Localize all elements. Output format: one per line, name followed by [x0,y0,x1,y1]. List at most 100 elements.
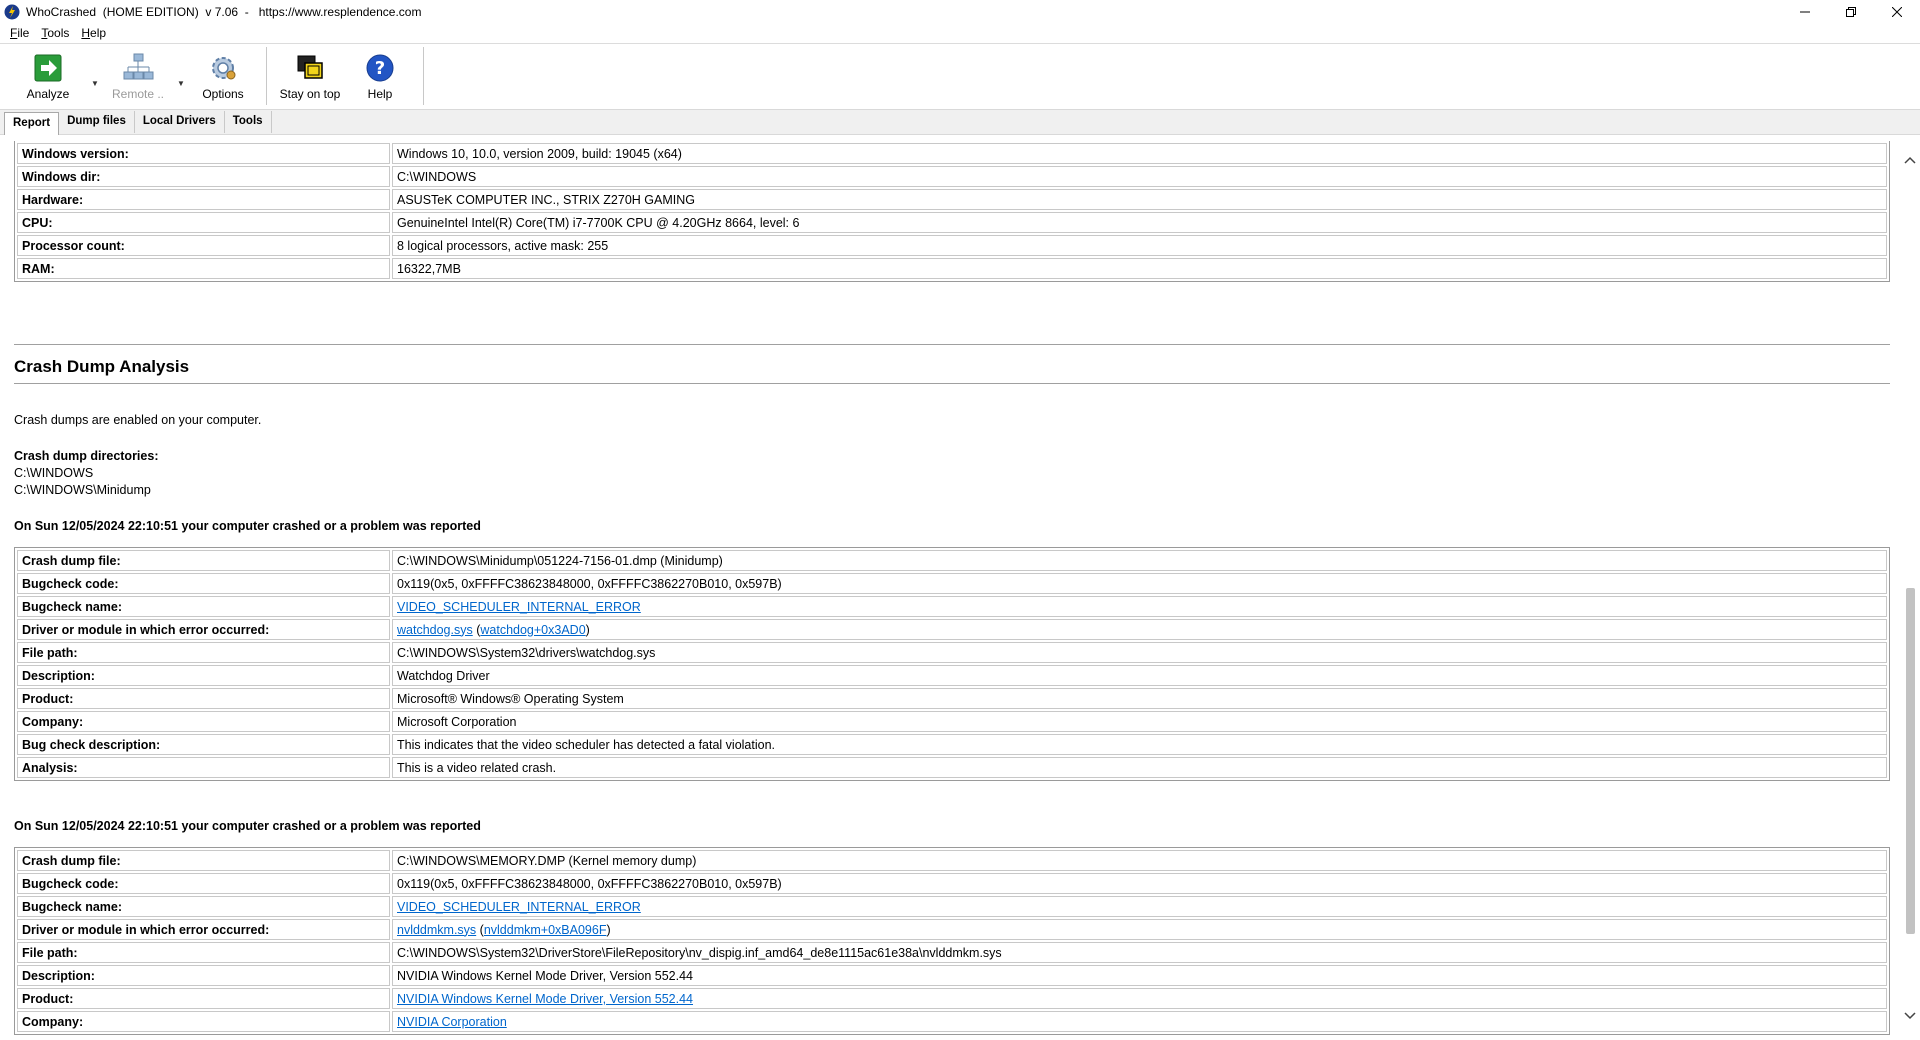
crash-dump-dir: C:\WINDOWS\Minidump [14,483,151,497]
table-row: Analysis: This is a video related crash. [17,757,1887,778]
tab-local-drivers[interactable]: Local Drivers [135,111,225,133]
driver-separator: ( [476,922,484,937]
row-key: Windows version: [17,143,390,164]
vertical-scrollbar[interactable] [1900,136,1920,1040]
row-value: This is a video related crash. [392,757,1887,778]
tab-tools[interactable]: Tools [225,111,272,133]
table-row: Bugcheck code: 0x119(0x5, 0xFFFFC38623848… [17,873,1887,894]
crash-dump-dir: C:\WINDOWS [14,466,94,480]
row-value: watchdog.sys (watchdog+0x3AD0) [392,619,1887,640]
restore-button[interactable] [1828,0,1874,23]
row-key: Product: [17,688,390,709]
row-value: This indicates that the video scheduler … [392,734,1887,755]
row-value: Windows 10, 10.0, version 2009, build: 1… [392,143,1887,164]
help-button[interactable]: ? Help [345,45,415,107]
row-key: Bugcheck code: [17,573,390,594]
table-row: Windows version: Windows 10, 10.0, versio… [17,143,1887,164]
menu-file[interactable]: File [6,26,33,40]
analyze-arrow-icon [31,51,65,85]
row-key: Driver or module in which error occurred… [17,919,390,940]
scroll-track[interactable] [1900,158,1920,1016]
row-value: 16322,7MB [392,258,1887,279]
row-value: 0x119(0x5, 0xFFFFC38623848000, 0xFFFFC38… [392,873,1887,894]
table-row: File path: C:\WINDOWS\System32\DriverStor… [17,942,1887,963]
driver-link[interactable]: nvlddmkm.sys [397,923,476,937]
close-icon [1892,6,1902,17]
row-key: Description: [17,965,390,986]
driver-offset-link[interactable]: nvlddmkm+0xBA096F [484,923,607,937]
table-row: Driver or module in which error occurred… [17,919,1887,940]
row-key: Bugcheck code: [17,873,390,894]
table-row: Product: NVIDIA Windows Kernel Mode Drive… [17,988,1887,1009]
svg-text:?: ? [375,58,385,79]
row-value: GenuineIntel Intel(R) Core(TM) i7-7700K … [392,212,1887,233]
window-title: WhoCrashed (HOME EDITION) v 7.06 - https… [26,4,422,19]
row-key: Bugcheck name: [17,596,390,617]
table-row: Driver or module in which error occurred… [17,619,1887,640]
row-key: Bugcheck name: [17,896,390,917]
scroll-down-button[interactable] [1900,1006,1920,1026]
minimize-button[interactable] [1782,0,1828,23]
toolbar: Analyze ▼ Remote .. ▼ Options Stay on to… [0,45,1920,107]
gear-icon [206,51,240,85]
row-value: nvlddmkm.sys (nvlddmkm+0xBA096F) [392,919,1887,940]
table-row: Bugcheck name: VIDEO_SCHEDULER_INTERNAL_E… [17,596,1887,617]
row-key: Windows dir: [17,166,390,187]
driver-separator: ) [606,922,611,937]
row-key: Product: [17,988,390,1009]
row-key: Analysis: [17,757,390,778]
driver-link[interactable]: watchdog.sys [397,623,473,637]
help-icon: ? [363,51,397,85]
row-key: RAM: [17,258,390,279]
options-button[interactable]: Options [188,45,258,107]
row-value: NVIDIA Corporation [392,1011,1887,1032]
report-view[interactable]: Windows version: Windows 10, 10.0, versio… [0,136,1900,1040]
tab-report[interactable]: Report [4,112,60,135]
row-value: 0x119(0x5, 0xFFFFC38623848000, 0xFFFFC38… [392,573,1887,594]
table-row: Bugcheck name: VIDEO_SCHEDULER_INTERNAL_E… [17,896,1887,917]
remote-button[interactable]: Remote .. [102,45,174,107]
row-value: NVIDIA Windows Kernel Mode Driver, Versi… [392,988,1887,1009]
row-value: VIDEO_SCHEDULER_INTERNAL_ERROR [392,596,1887,617]
table-row: Company: NVIDIA Corporation [17,1011,1887,1032]
driver-offset-link[interactable]: watchdog+0x3AD0 [480,623,585,637]
row-key: Driver or module in which error occurred… [17,619,390,640]
row-value: 8 logical processors, active mask: 255 [392,235,1887,256]
table-row: Description: NVIDIA Windows Kernel Mode D… [17,965,1887,986]
row-key: CPU: [17,212,390,233]
table-row: RAM: 16322,7MB [17,258,1887,279]
row-key: Bug check description: [17,734,390,755]
chevron-down-icon: ▼ [91,78,99,88]
row-key: Hardware: [17,189,390,210]
analyze-dropdown[interactable]: ▼ [88,45,102,107]
row-value: ASUSTeK COMPUTER INC., STRIX Z270H GAMIN… [392,189,1887,210]
menu-tools[interactable]: Tools [37,26,73,40]
bugcheck-name-link[interactable]: VIDEO_SCHEDULER_INTERNAL_ERROR [397,600,641,614]
row-value: Microsoft Corporation [392,711,1887,732]
crash-heading: On Sun 12/05/2024 22:10:51 your computer… [14,819,481,833]
row-value: C:\WINDOWS\MEMORY.DMP (Kernel memory dum… [392,850,1887,871]
company-link[interactable]: NVIDIA Corporation [397,1015,507,1029]
table-row: Bug check description: This indicates tha… [17,734,1887,755]
analyze-button[interactable]: Analyze [8,45,88,107]
crash-dump-dirs-label: Crash dump directories: [14,449,159,463]
chevron-down-icon: ▼ [177,78,185,88]
toolbar-separator [423,47,424,105]
table-row: Processor count: 8 logical processors, ac… [17,235,1887,256]
stay-on-top-button[interactable]: Stay on top [275,45,345,107]
remote-dropdown[interactable]: ▼ [174,45,188,107]
bugcheck-name-link[interactable]: VIDEO_SCHEDULER_INTERNAL_ERROR [397,900,641,914]
row-key: Processor count: [17,235,390,256]
stay-on-top-icon [293,51,327,85]
toolbar-separator [266,47,267,105]
crash-heading: On Sun 12/05/2024 22:10:51 your computer… [14,519,481,533]
driver-separator: ) [585,622,590,637]
crash-details-table: Crash dump file: C:\WINDOWS\MEMORY.DMP (K… [14,847,1890,1035]
row-value: C:\WINDOWS\Minidump\051224-7156-01.dmp (… [392,550,1887,571]
scroll-thumb[interactable] [1906,588,1915,934]
row-key: Crash dump file: [17,850,390,871]
tab-dump-files[interactable]: Dump files [59,111,135,133]
menu-help[interactable]: Help [77,26,110,40]
product-link[interactable]: NVIDIA Windows Kernel Mode Driver, Versi… [397,992,693,1006]
close-button[interactable] [1874,0,1920,23]
